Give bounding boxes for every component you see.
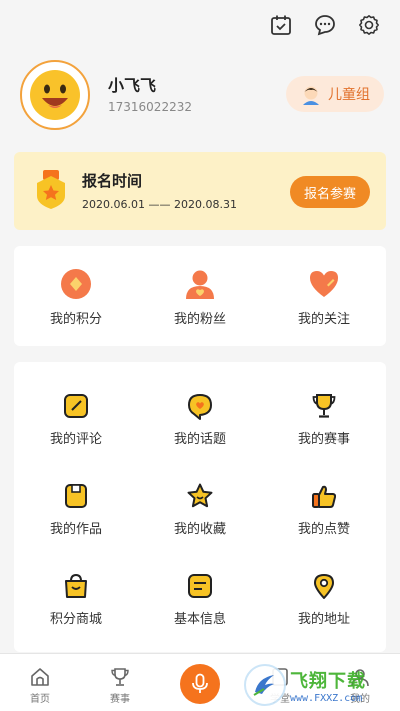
menu-item-comments[interactable]: 我的评论 (14, 392, 138, 447)
menu-item-label: 我的地址 (297, 612, 350, 627)
registration-banner: 报名时间 2020.06.01 —— 2020.08.31 报名参赛 (14, 152, 386, 230)
menu-item-label: 我的话题 (173, 432, 226, 447)
watermark-logo-icon (244, 664, 286, 706)
stat-following-label: 我的关注 (297, 312, 350, 327)
nav-record[interactable] (160, 654, 240, 711)
smiley-face-icon (30, 70, 80, 120)
stat-points[interactable]: 我的积分 (14, 268, 138, 327)
works-icon (65, 484, 87, 508)
medal-icon (34, 170, 68, 214)
stat-points-label: 我的积分 (49, 312, 102, 327)
registration-title: 报名时间 (82, 172, 143, 190)
menu-item-basic-info[interactable]: 基本信息 (138, 572, 262, 627)
stat-fans[interactable]: 我的粉丝 (138, 268, 262, 327)
stat-following[interactable]: 我的关注 (262, 268, 386, 327)
avatar[interactable] (20, 60, 90, 130)
menu-item-works[interactable]: 我的作品 (14, 482, 138, 537)
menu-item-label: 我的收藏 (173, 522, 226, 537)
settings-icon[interactable] (356, 12, 382, 38)
group-badge[interactable]: 儿童组 (286, 76, 384, 112)
menu-item-events[interactable]: 我的赛事 (262, 392, 386, 447)
profile-section: 小飞飞 17316022232 儿童组 (20, 60, 384, 130)
register-button[interactable]: 报名参赛 (290, 176, 370, 208)
menu-item-topics[interactable]: 我的话题 (138, 392, 262, 447)
points-icon (61, 269, 91, 299)
watermark-title: 飞翔下载 (290, 670, 366, 692)
message-icon[interactable] (312, 12, 338, 38)
trophy-icon (111, 668, 129, 686)
comment-icon (64, 394, 88, 418)
registration-dates: 2020.06.01 —— 2020.08.31 (82, 198, 237, 211)
heart-icon (310, 271, 338, 297)
calendar-check-icon[interactable] (268, 12, 294, 38)
group-badge-label: 儿童组 (328, 87, 370, 103)
menu-item-label: 我的赛事 (297, 432, 350, 447)
menu-item-favorites[interactable]: 我的收藏 (138, 482, 262, 537)
location-pin-icon (314, 574, 334, 599)
menu-item-label: 我的作品 (49, 522, 102, 537)
menu-item-label: 我的点赞 (297, 522, 350, 537)
stat-fans-label: 我的粉丝 (173, 312, 226, 327)
microphone-icon (192, 673, 208, 693)
home-icon (31, 668, 49, 686)
shopping-bag-icon (65, 573, 87, 598)
menu-item-label: 积分商城 (49, 612, 102, 627)
menu-item-address[interactable]: 我的地址 (262, 572, 386, 627)
watermark-url: www.FXXZ.com (290, 692, 363, 704)
record-button[interactable] (180, 664, 220, 704)
nav-events-label: 赛事 (110, 694, 130, 705)
nav-home-label: 首页 (30, 694, 50, 705)
fans-icon (186, 270, 214, 299)
child-avatar-icon (303, 86, 319, 105)
menu-item-points-mall[interactable]: 积分商城 (14, 572, 138, 627)
menu-card: 我的评论 我的话题 我的赛事 我的作品 我的收藏 我的点赞 积分商城 基本信息 … (14, 362, 386, 652)
watermark: 飞翔下载 www.FXXZ.com (244, 663, 394, 707)
nav-events[interactable]: 赛事 (80, 654, 160, 711)
star-icon (187, 483, 213, 508)
menu-item-label: 基本信息 (173, 612, 226, 627)
username: 小飞飞 (108, 76, 157, 95)
topic-icon (188, 394, 212, 420)
menu-item-label: 我的评论 (49, 432, 102, 447)
phone-number: 17316022232 (108, 100, 192, 114)
trophy-icon (312, 394, 336, 418)
thumbs-up-icon (312, 485, 337, 508)
stats-card: 我的积分 我的粉丝 我的关注 (14, 246, 386, 346)
info-card-icon (188, 574, 212, 598)
nav-home[interactable]: 首页 (0, 654, 80, 711)
header-actions (268, 12, 382, 38)
menu-item-likes[interactable]: 我的点赞 (262, 482, 386, 537)
